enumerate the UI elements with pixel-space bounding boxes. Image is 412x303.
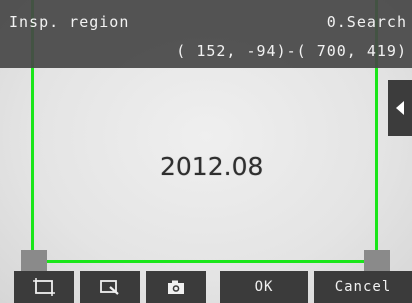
region-title: Insp. region — [9, 13, 130, 31]
side-panel-toggle[interactable] — [388, 80, 412, 136]
search-mode-label: 0.Search — [326, 13, 407, 31]
cancel-button[interactable]: Cancel — [314, 271, 412, 303]
zoom-area-icon — [100, 280, 119, 295]
fit-region-button[interactable] — [14, 271, 74, 303]
triangle-left-icon — [396, 101, 404, 115]
rectangle-frame-icon — [33, 278, 55, 296]
roi-coordinates: ( 152, -94)-( 700, 419) — [176, 42, 407, 60]
camera-icon — [168, 280, 184, 294]
imprint-text: 2012.08 — [160, 152, 264, 181]
roi-bottom-edge[interactable] — [31, 260, 378, 263]
bottom-toolbar: OK Cancel — [0, 271, 412, 303]
header-bar: Insp. region 0.Search ( 152, -94)-( 700,… — [0, 0, 412, 68]
zoom-area-button[interactable] — [80, 271, 140, 303]
camera-button[interactable] — [146, 271, 206, 303]
ok-button[interactable]: OK — [220, 271, 308, 303]
